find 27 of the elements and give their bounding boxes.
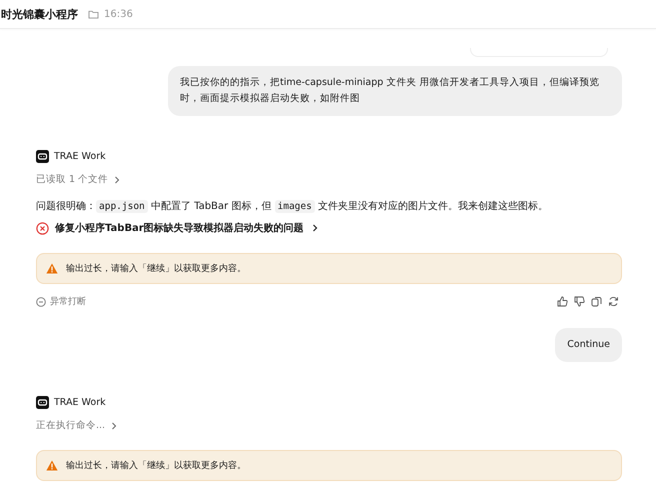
refresh-icon[interactable] — [608, 296, 619, 307]
warning-icon — [46, 460, 58, 471]
folder-icon — [88, 10, 99, 18]
warning-text: 输出过长，请输入「继续」以获取更多内容。 — [66, 460, 246, 472]
thumbs-down-icon[interactable] — [574, 296, 585, 307]
thumbs-up-icon[interactable] — [557, 296, 568, 307]
status-link[interactable]: 正在执行命令... — [36, 419, 118, 432]
error-icon — [36, 222, 49, 234]
user-message: 我已按你的的指示，把time-capsule-miniapp 文件夹 用微信开发者工具导入项目，但编译预览时，画面提示模拟器启动失败，如附件图 — [168, 66, 622, 116]
agent-name: TRAE Work — [54, 151, 106, 162]
chevron-icon — [111, 422, 118, 430]
warning-icon — [46, 263, 58, 274]
status-link[interactable]: 已读取 1 个文件 — [36, 173, 120, 186]
copy-icon[interactable] — [591, 296, 602, 307]
response-text: 问题很明确： app.json 中配置了 TabBar 图标，但 images 文件夹里没有对应的图片文件。我来创建这些图标。 — [36, 199, 550, 215]
user-message: Continue — [555, 328, 622, 362]
robot-icon — [36, 396, 49, 409]
chat-title: 时光锦囊小程序 — [1, 6, 78, 22]
agent-name: TRAE Work — [54, 397, 106, 408]
robot-icon — [36, 150, 49, 163]
warning-text: 输出过长，请输入「继续」以获取更多内容。 — [66, 262, 246, 275]
chevron-icon — [114, 176, 120, 184]
interrupted-label: 异常打断 — [50, 296, 86, 308]
timestamp: 16:36 — [104, 8, 133, 20]
chevron-icon — [312, 224, 318, 232]
minus-circle-icon — [36, 296, 46, 306]
task-link[interactable]: 修复小程序TabBar图标缺失导致模拟器启动失败的问题 — [36, 221, 318, 235]
